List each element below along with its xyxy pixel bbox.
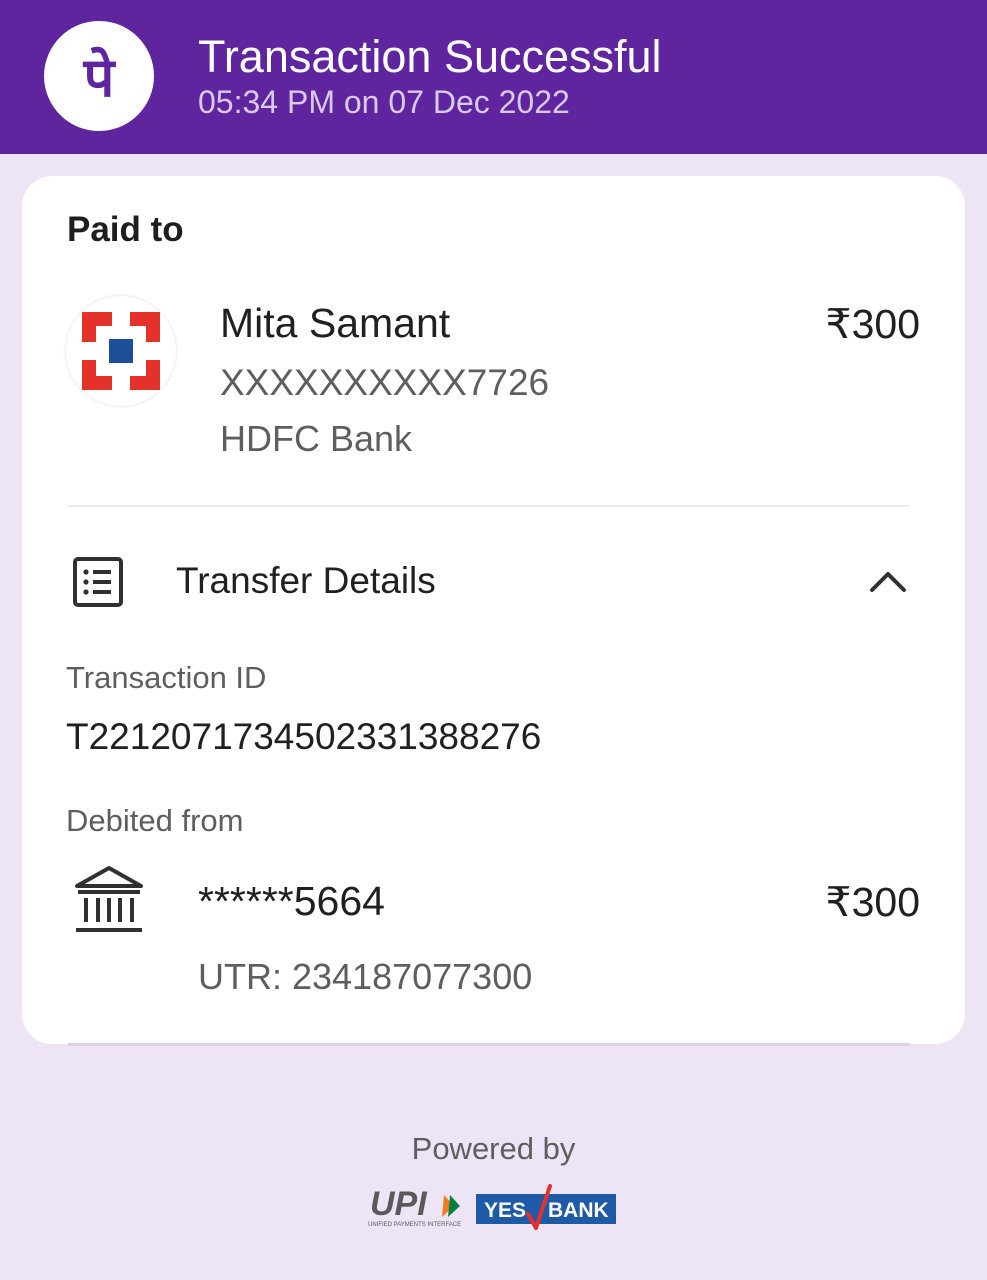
svg-text:UPI: UPI <box>370 1185 428 1223</box>
payee-bank-name: HDFC Bank <box>220 418 413 459</box>
debit-account-number: ******5664 <box>198 878 385 924</box>
yes-bank-logo-icon: YES BANK <box>476 1184 618 1234</box>
yes-bank-yes-text: YES <box>484 1199 526 1222</box>
paid-amount: ₹300 <box>825 301 921 347</box>
receipt-list-icon <box>72 556 126 608</box>
upi-logo-icon: UPI UNIFIED PAYMENTS INTERFACE <box>366 1185 468 1229</box>
header-bar: पे Transaction Successful 05:34 PM on 07… <box>0 0 987 154</box>
payee-account-number: XXXXXXXXXX7726 <box>220 362 550 403</box>
bank-building-icon <box>74 864 144 936</box>
transaction-id-value: T2212071734502331388276 <box>66 716 542 757</box>
card-bottom-divider <box>68 1043 910 1046</box>
powered-by-label: Powered by <box>411 1131 576 1166</box>
payee-name: Mita Samant <box>220 300 451 346</box>
phonepe-logo-icon: पे <box>44 21 154 131</box>
phonepe-logo-glyph: पे <box>83 46 117 109</box>
transaction-card: Paid to Mita Samant XXXXXXXXXX7726 HDFC … <box>22 176 965 1044</box>
transfer-details-title[interactable]: Transfer Details <box>176 560 436 602</box>
chevron-up-icon[interactable] <box>868 566 908 596</box>
debited-from-label: Debited from <box>66 803 244 838</box>
utr-number: UTR: 234187077300 <box>198 956 533 997</box>
yes-bank-bank-text: BANK <box>548 1199 609 1222</box>
upi-tagline: UNIFIED PAYMENTS INTERFACE <box>368 1222 461 1228</box>
divider <box>68 505 910 507</box>
transaction-id-label: Transaction ID <box>66 660 267 695</box>
paid-to-label: Paid to <box>67 210 184 249</box>
transaction-datetime: 05:34 PM on 07 Dec 2022 <box>198 84 570 120</box>
page-title: Transaction Successful <box>198 31 662 82</box>
hdfc-bank-logo-icon <box>66 296 176 406</box>
debit-amount: ₹300 <box>825 879 921 925</box>
